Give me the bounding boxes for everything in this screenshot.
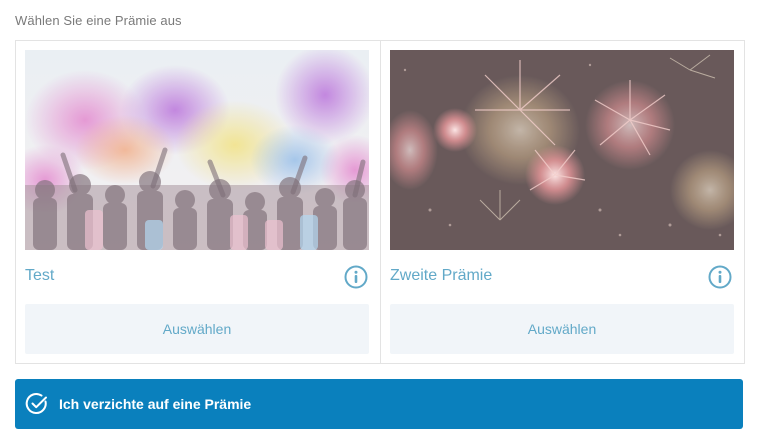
- info-circle-icon[interactable]: [708, 265, 732, 289]
- decline-reward-button[interactable]: Ich verzichte auf eine Prämie: [15, 379, 743, 429]
- reward-grid: Test Auswählen Zweite Prämie Auswählen: [15, 40, 745, 364]
- section-heading: Wählen Sie eine Prämie aus: [15, 13, 182, 28]
- reward-title: Test: [25, 267, 55, 284]
- select-reward-button[interactable]: Auswählen: [390, 304, 734, 354]
- reward-card: Test Auswählen: [16, 41, 380, 363]
- reward-selection: Wählen Sie eine Prämie aus Test Auswähle…: [0, 0, 767, 441]
- reward-image-fireworks: [390, 50, 734, 250]
- reward-title: Zweite Prämie: [390, 267, 493, 284]
- info-circle-icon[interactable]: [344, 265, 368, 289]
- decline-label: Ich verzichte auf eine Prämie: [59, 396, 252, 412]
- select-reward-button[interactable]: Auswählen: [25, 304, 369, 354]
- reward-image-holi: [25, 50, 369, 250]
- reward-card: Zweite Prämie Auswählen: [380, 41, 744, 363]
- check-circle-icon: [25, 392, 49, 416]
